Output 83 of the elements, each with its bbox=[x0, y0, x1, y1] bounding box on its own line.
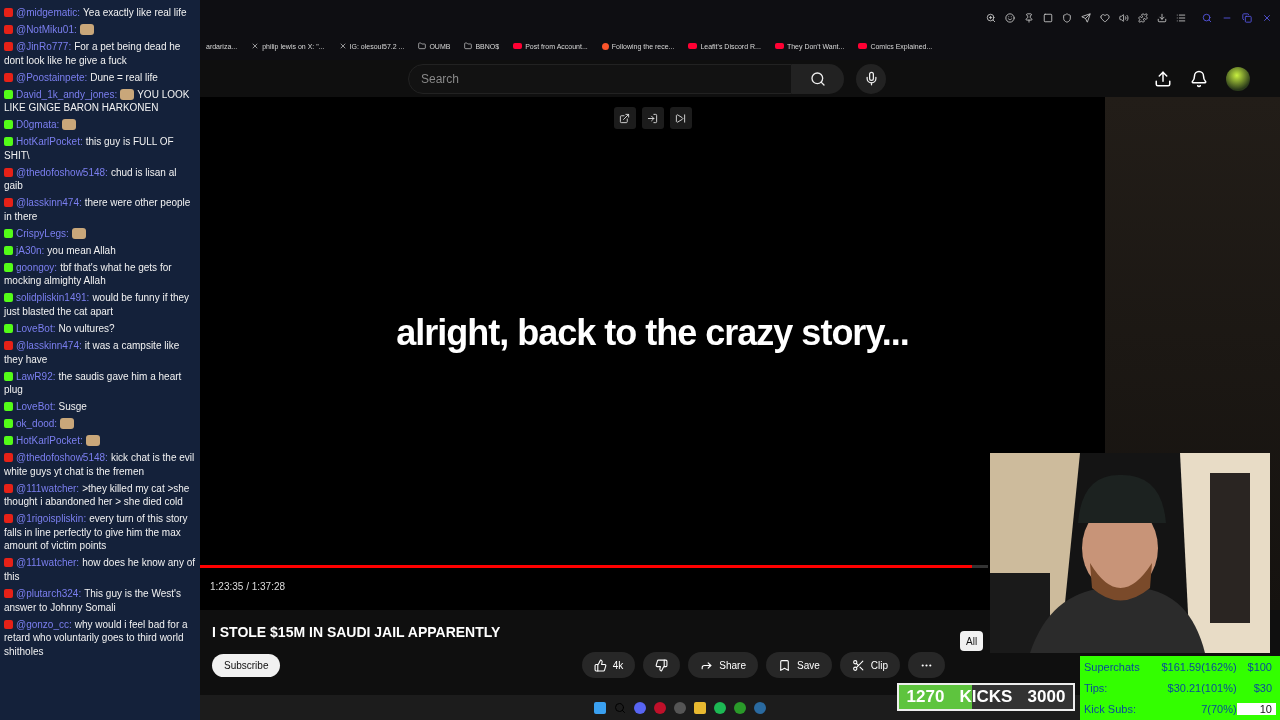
share-button[interactable]: Share bbox=[688, 652, 758, 678]
play-logo-icon bbox=[513, 43, 523, 49]
close-icon[interactable] bbox=[1262, 13, 1272, 23]
smiley-icon[interactable] bbox=[1005, 13, 1015, 23]
search-icon[interactable] bbox=[1202, 13, 1212, 23]
app-icon[interactable] bbox=[714, 701, 726, 714]
popout-button[interactable] bbox=[613, 107, 636, 129]
chat-message: solidpliskin1491: would be funny if they just blasted the cat apart bbox=[4, 291, 191, 319]
like-button[interactable]: 4k bbox=[581, 652, 636, 678]
app-icon[interactable] bbox=[654, 701, 666, 714]
chat-message: HotKarlPocket: this guy is FULL OF SHIT\ bbox=[4, 135, 175, 163]
goal-amount: $30.21(101%) bbox=[1166, 682, 1237, 694]
filter-chip[interactable]: All bbox=[960, 631, 984, 651]
app-icon[interactable] bbox=[734, 701, 746, 714]
menu-icon[interactable] bbox=[1176, 13, 1186, 23]
thumbs-up-icon bbox=[593, 658, 607, 672]
video-caption: alright, back to the crazy story... bbox=[396, 312, 909, 354]
subscribe-button[interactable]: Subscribe bbox=[212, 653, 281, 677]
x-icon[interactable] bbox=[338, 42, 347, 50]
video-title: I STOLE $15M IN SAUDI JAIL APPARENTLY bbox=[212, 624, 502, 640]
search-icon bbox=[810, 70, 826, 87]
video-time: 1:23:35 / 1:37:28 bbox=[210, 581, 286, 592]
play-logo-icon bbox=[774, 43, 784, 49]
avatar[interactable] bbox=[1226, 66, 1250, 91]
scissors-icon bbox=[851, 658, 865, 672]
chat-message: @gonzo_cc: why would i feel bad for a retard who voluntarily goes to third world shitholes bbox=[4, 617, 189, 659]
goal-name: Kick Subs: bbox=[1084, 703, 1137, 716]
enter-button[interactable] bbox=[641, 107, 664, 129]
chat-message: @Poostainpete: Dune = real life bbox=[15, 70, 159, 85]
goal-name: Superchats bbox=[1084, 660, 1141, 673]
bookmark-icon bbox=[777, 658, 791, 672]
play-logo-icon bbox=[688, 43, 698, 49]
chat-message: @111watcher: how does he know any of this bbox=[4, 556, 196, 584]
chat-message: @JinRo777: For a pet being dead he dont look like he give a fuck bbox=[4, 39, 182, 68]
notifications-icon[interactable] bbox=[1190, 69, 1208, 88]
chat-message: jA30n: you mean Allah bbox=[14, 243, 117, 258]
pin-icon[interactable] bbox=[1024, 13, 1034, 23]
chat-message: LoveBot: Susge bbox=[15, 400, 88, 414]
kicks-goal: 3000 bbox=[1027, 687, 1066, 707]
chat-message: David_1k_andy_jones: YOU LOOK LIKE GINGE BARON HARKONEN bbox=[4, 87, 191, 115]
thumbs-down-icon bbox=[655, 658, 669, 672]
puzzle-icon[interactable] bbox=[1138, 13, 1148, 23]
app-icon[interactable] bbox=[634, 701, 646, 714]
download-icon[interactable] bbox=[1157, 13, 1167, 23]
chat-message: ok_dood: bbox=[4, 417, 196, 431]
goal-target: $30 bbox=[1252, 682, 1273, 694]
square-icon[interactable] bbox=[1043, 13, 1053, 23]
skip-button[interactable] bbox=[669, 107, 692, 129]
heart-icon[interactable] bbox=[1100, 13, 1110, 23]
app-icon[interactable] bbox=[754, 701, 766, 714]
goal-name: Tips: bbox=[1084, 682, 1109, 694]
send-icon[interactable] bbox=[1081, 13, 1091, 23]
upload-icon[interactable] bbox=[1154, 69, 1172, 88]
restore-icon[interactable] bbox=[1242, 13, 1252, 23]
chat-message: @NotMiku01: bbox=[4, 23, 196, 37]
microphone-button[interactable] bbox=[856, 63, 886, 94]
popout-icon bbox=[619, 112, 630, 124]
skip-icon bbox=[675, 112, 686, 124]
search-field[interactable]: Search bbox=[408, 63, 792, 94]
x-icon[interactable] bbox=[251, 42, 260, 50]
shield-icon[interactable] bbox=[1062, 13, 1072, 23]
search-button[interactable] bbox=[792, 63, 844, 94]
chat-message: @thedofoshow5148: kick chat is the evil white guys yt chat is the fremen bbox=[4, 451, 196, 479]
chat-message: @lasskinn474: there were other people in there bbox=[4, 196, 192, 224]
goal-amount: $161.59(162%) bbox=[1160, 660, 1237, 673]
kicks-count: 1270 bbox=[906, 687, 945, 707]
zoom-icon[interactable] bbox=[986, 13, 996, 23]
chat-message: LoveBot: No vultures? bbox=[15, 321, 116, 336]
chat-message: HotKarlPocket: bbox=[4, 434, 196, 448]
clip-button[interactable]: Clip bbox=[839, 652, 900, 678]
play-logo-icon bbox=[858, 43, 868, 49]
chat-message: CrispyLegs: bbox=[4, 226, 196, 241]
chat-message: @midgematic: Yea exactly like real life bbox=[15, 6, 188, 20]
arrow-into-box-icon bbox=[647, 112, 658, 124]
microphone-icon bbox=[863, 71, 879, 86]
chat-message: LawR92: the saudis gave him a heart plug bbox=[4, 369, 183, 397]
goal-target: 10 bbox=[1236, 703, 1276, 716]
dislike-button[interactable] bbox=[643, 652, 681, 678]
goal-amount: 7(70%) bbox=[1200, 703, 1237, 716]
save-button[interactable]: Save bbox=[765, 652, 832, 678]
goal-target: $100 bbox=[1246, 660, 1273, 673]
speaker-icon[interactable] bbox=[1119, 13, 1129, 23]
chat-message: D0gmata: bbox=[4, 118, 196, 132]
